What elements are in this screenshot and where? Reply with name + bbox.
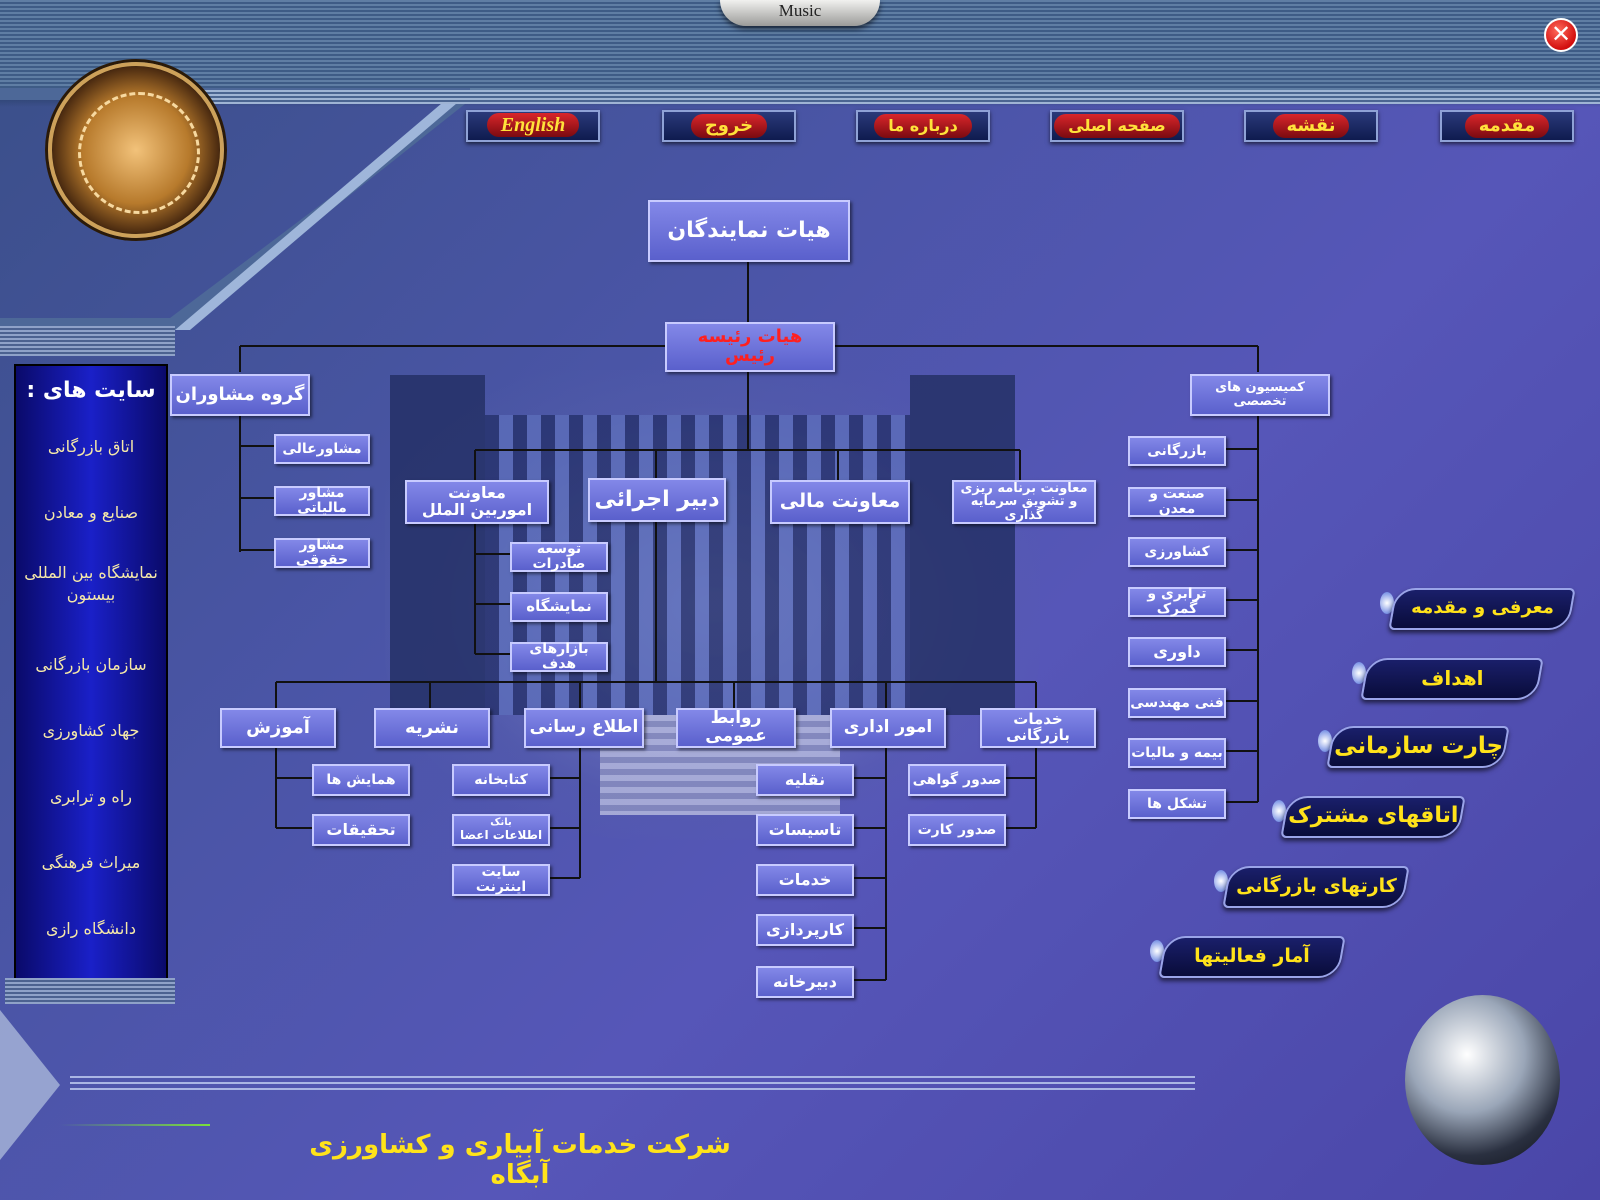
org-website: سایت اینترنت <box>452 864 550 896</box>
org-dept-administration: امور اداری <box>830 708 946 748</box>
org-advisor-legal: مشاور حقوقی <box>274 538 370 568</box>
company-name: شرکت خدمات آبیاری و کشاورزی آبگاه <box>309 1130 731 1190</box>
org-planning-deputy: معاونت برنامه ریزی و تشویق سرمایه گذاری <box>952 480 1096 524</box>
org-commission-arbitration: داوری <box>1128 637 1226 667</box>
org-services: خدمات <box>756 864 854 896</box>
org-export-development: توسعه صادرات <box>510 542 608 572</box>
org-commission-insurance: بیمه و مالیات <box>1128 738 1226 768</box>
org-card-issue: صدور کارت <box>908 814 1006 846</box>
org-intl-deputy: معاونت اموربین الملل <box>405 480 549 524</box>
menu-joint-chambers-label: اتاقهای مشترک <box>1288 803 1459 828</box>
menu-goals-label: اهداف <box>1420 666 1484 690</box>
org-transport: نقلیه <box>756 764 854 796</box>
org-board: هیات رئیسه رئیس <box>665 322 835 372</box>
org-board-president: رئیس <box>725 345 775 366</box>
arrow-right-icon <box>0 1010 60 1160</box>
org-commission-industry: صنعت و معدن <box>1128 487 1226 517</box>
org-facilities: تاسیسات <box>756 814 854 846</box>
org-dept-information: اطلاع رسانی <box>524 708 644 748</box>
org-member-info: اطلاعات اعضا <box>459 827 543 842</box>
menu-joint-chambers[interactable]: اتاقهای مشترک <box>1280 796 1466 838</box>
org-dept-commercial-services: خدمات بازرگانی <box>980 708 1096 748</box>
org-dept-public-relations: روابط عمومی <box>676 708 796 748</box>
menu-intro[interactable]: معرفی و مقدمه <box>1388 588 1576 630</box>
globe-icon <box>1405 995 1560 1165</box>
org-library: کتابخانه <box>452 764 550 796</box>
menu-business-cards-label: کارتهای بازرگانی <box>1235 875 1397 897</box>
accent-line <box>60 1124 210 1126</box>
org-certificate-issue: صدور گواهی <box>908 764 1006 796</box>
org-commissions-line2: تخصصی <box>1233 394 1287 409</box>
org-procurement: کارپردازی <box>756 914 854 946</box>
org-representatives: هیات نمایندگان <box>648 200 850 262</box>
menu-activity-stats[interactable]: آمار فعالیتها <box>1158 936 1346 978</box>
org-intl-line2: اموربین الملل <box>421 500 533 519</box>
org-dept-education: آموزش <box>220 708 336 748</box>
org-advisors: گروه مشاوران <box>170 374 310 416</box>
bottom-stripes <box>70 1076 1195 1094</box>
org-commission-commerce: بازرگانی <box>1128 436 1226 466</box>
menu-goals[interactable]: اهداف <box>1360 658 1544 700</box>
org-target-markets: بازارهای هدف <box>510 642 608 672</box>
org-commission-associations: تشکل ها <box>1128 789 1226 819</box>
org-planning-line2: و تشویق سرمایه گذاری <box>970 494 1078 523</box>
menu-activity-stats-label: آمار فعالیتها <box>1194 945 1310 967</box>
menu-business-cards[interactable]: کارتهای بازرگانی <box>1222 866 1410 908</box>
org-dept-publication: نشریه <box>374 708 490 748</box>
org-finance-deputy: معاونت مالی <box>770 480 910 524</box>
org-secretary: دبیر اجرائی <box>588 478 726 522</box>
menu-org-chart-label: چارت سازمانی <box>1333 733 1503 759</box>
org-commissions: کمیسیون های تخصصی <box>1190 374 1330 416</box>
org-commission-engineering: فنی مهندسی <box>1128 688 1226 718</box>
menu-intro-label: معرفی و مقدمه <box>1410 597 1554 618</box>
menu-org-chart[interactable]: چارت سازمانی <box>1326 726 1510 768</box>
org-advisor-tax: مشاور مالیاتی <box>274 486 370 516</box>
org-exhibition: نمایشگاه <box>510 592 608 622</box>
org-commissions-line1: کمیسیون های <box>1215 380 1305 396</box>
org-commission-agriculture: کشاورزی <box>1128 537 1226 567</box>
org-planning-line1: معاونت برنامه ریزی <box>960 480 1088 496</box>
org-research: تحقیقات <box>312 814 410 846</box>
org-commission-transport: ترابری و گمرک <box>1128 587 1226 617</box>
org-conferences: همایش ها <box>312 764 410 796</box>
org-chart-connectors <box>239 259 1259 981</box>
org-advisor-senior: مشاورعالی <box>274 434 370 464</box>
org-member-bank: بانک اطلاعات اعضا <box>452 814 550 846</box>
org-secretariat: دبیرخانه <box>756 966 854 998</box>
